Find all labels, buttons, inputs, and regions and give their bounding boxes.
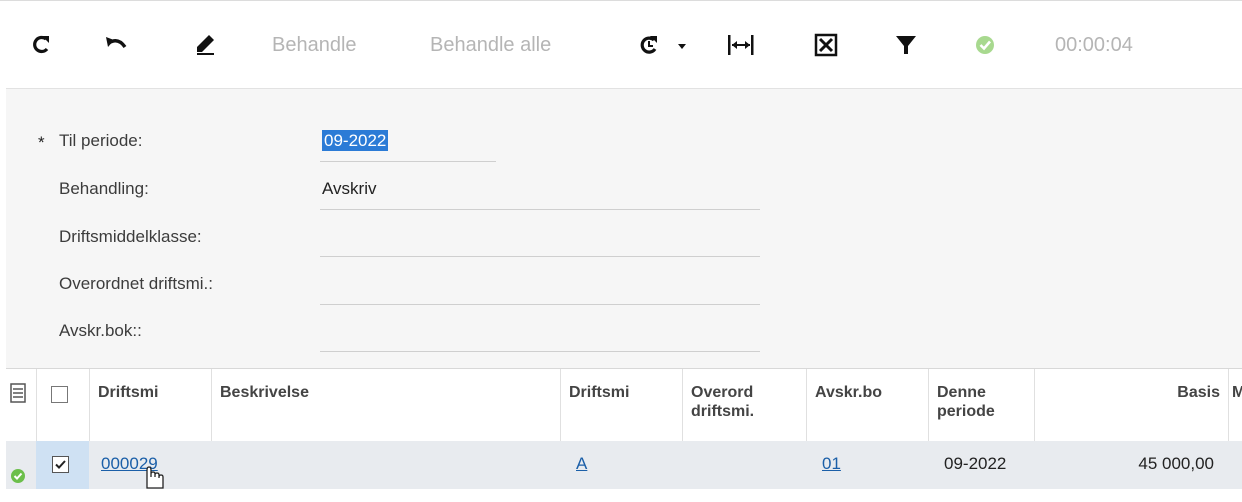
- depr-book-input[interactable]: [322, 321, 752, 343]
- period-cell: 09-2022: [944, 454, 1007, 473]
- column-header-more[interactable]: M: [1228, 369, 1242, 441]
- basis-cell: 45 000,00: [1138, 454, 1214, 473]
- row-checkbox[interactable]: [52, 456, 69, 473]
- processing-label: Behandling:: [59, 179, 149, 198]
- row-settings-icon[interactable]: [6, 369, 36, 441]
- column-header-book[interactable]: Avskr.bo: [806, 369, 928, 441]
- excel-export-icon[interactable]: [814, 25, 840, 65]
- table-row[interactable]: 000029 A 01 09-2022 45 000,00: [6, 441, 1242, 489]
- success-check-icon: [6, 441, 36, 489]
- filter-icon[interactable]: [894, 25, 918, 65]
- asset-class-input[interactable]: [322, 227, 752, 249]
- asset-class-label: Driftsmiddelklasse:: [59, 227, 202, 246]
- column-header-description[interactable]: Beskrivelse: [211, 369, 560, 441]
- column-header-period[interactable]: Denne periode: [928, 369, 1034, 441]
- depr-book-label: Avskr.bok::: [59, 321, 142, 340]
- process-button[interactable]: Behandle: [272, 25, 357, 65]
- column-header-asset-class[interactable]: Driftsmi: [560, 369, 682, 441]
- asset-class-link[interactable]: A: [576, 441, 587, 489]
- book-link[interactable]: 01: [822, 441, 841, 489]
- to-period-label: Til periode:: [59, 131, 143, 150]
- depr-book-underline: [320, 351, 760, 352]
- process-all-button[interactable]: Behandle alle: [430, 25, 551, 65]
- parent-asset-underline: [320, 304, 760, 305]
- hand-cursor-icon: [138, 465, 164, 489]
- refresh-icon[interactable]: [30, 25, 52, 65]
- processing-underline: [320, 209, 760, 210]
- to-period-value: 09-2022: [322, 130, 389, 151]
- select-all-checkbox-cell: [36, 369, 89, 441]
- elapsed-timer: 00:00:04: [1055, 34, 1133, 56]
- select-all-checkbox[interactable]: [51, 386, 68, 403]
- column-header-asset[interactable]: Driftsmi: [89, 369, 211, 441]
- parent-asset-label: Overordnet driftsmi.:: [59, 274, 213, 293]
- column-header-parent[interactable]: Overord driftsmi.: [682, 369, 806, 441]
- grid-header: Driftsmi Beskrivelse Driftsmi Overord dr…: [6, 368, 1242, 442]
- toolbar: Behandle Behandle alle 00:00:04: [0, 0, 1242, 89]
- assets-grid: Driftsmi Beskrivelse Driftsmi Overord dr…: [6, 368, 1242, 489]
- fit-columns-icon[interactable]: [726, 25, 756, 65]
- success-check-icon: [974, 25, 998, 65]
- required-marker: *: [38, 133, 45, 152]
- undo-icon[interactable]: [104, 25, 128, 65]
- to-period-underline: [320, 161, 496, 162]
- processing-select[interactable]: Avskriv: [322, 179, 376, 199]
- parent-asset-input[interactable]: [322, 274, 752, 296]
- row-select-cell: [36, 441, 89, 489]
- filter-form: * Til periode: 09-2022 Behandling: Avskr…: [6, 88, 1242, 369]
- asset-class-underline: [320, 256, 760, 257]
- column-header-basis[interactable]: Basis: [1034, 369, 1228, 441]
- pencil-icon[interactable]: [194, 25, 216, 65]
- clock-refresh-icon[interactable]: [638, 25, 692, 65]
- to-period-input[interactable]: 09-2022: [322, 130, 389, 151]
